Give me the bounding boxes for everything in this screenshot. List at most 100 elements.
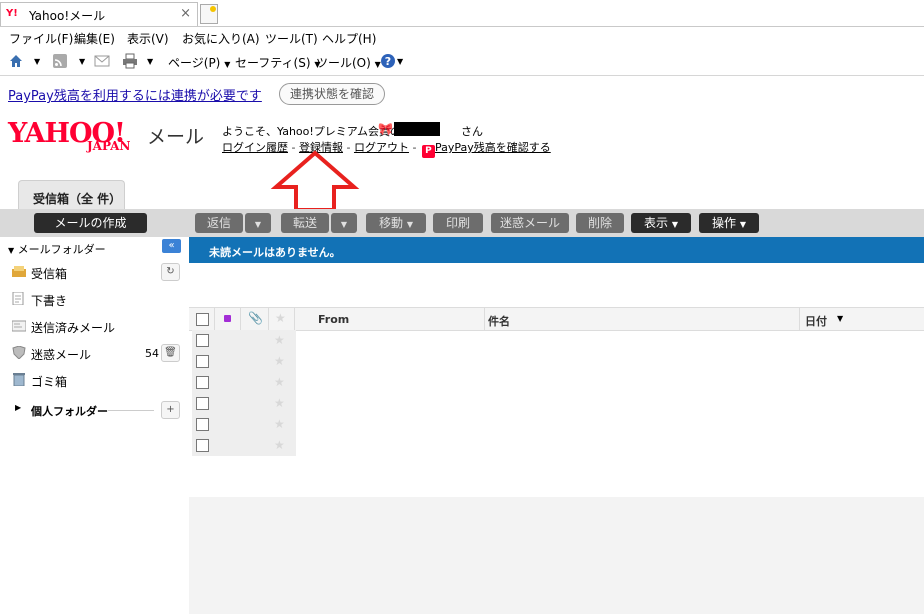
folder-inbox[interactable]: 受信箱 ↻ xyxy=(10,261,182,283)
paypay-icon: P xyxy=(421,145,435,158)
delete-button[interactable]: 削除 xyxy=(576,213,624,233)
add-folder-button[interactable]: + xyxy=(161,401,180,419)
yahoo-favicon-icon: Y! xyxy=(6,8,18,19)
print-icon[interactable] xyxy=(122,53,138,69)
menu-favorites[interactable]: お気に入り(A) xyxy=(182,30,260,47)
tools-menu[interactable]: ツール(O) ▼ xyxy=(316,54,381,71)
mail-toolbar: メールの作成 返信 ▼ 転送 ▼ 移動 ▼ 印刷 迷惑メール 削除 表示 ▼ 操… xyxy=(0,209,924,237)
rss-dropdown-icon[interactable]: ▼ xyxy=(79,57,85,66)
personal-folders-label: 個人フォルダー xyxy=(31,405,108,418)
folder-trash[interactable]: ゴミ箱 xyxy=(10,369,182,391)
refresh-button[interactable]: ↻ xyxy=(161,263,180,281)
flag-column[interactable]: ★ xyxy=(268,308,295,330)
row-checkbox[interactable] xyxy=(196,397,209,410)
expand-icon: ▶ xyxy=(15,403,22,412)
move-button-label: 移動 xyxy=(379,216,404,230)
actions-button[interactable]: 操作 ▼ xyxy=(699,213,759,233)
tab-inbox[interactable]: 受信箱（全 件） xyxy=(18,180,125,210)
folder-label: 迷惑メール xyxy=(31,348,92,362)
personal-folders[interactable]: ▶ 個人フォルダー + xyxy=(10,399,182,421)
table-row[interactable]: ★ xyxy=(192,435,296,457)
browser-tab[interactable]: Y! Yahoo!メール × xyxy=(0,2,198,26)
row-checkbox[interactable] xyxy=(196,334,209,347)
print-button[interactable]: 印刷 xyxy=(433,213,483,233)
inbox-icon xyxy=(12,266,26,277)
select-all-checkbox[interactable] xyxy=(196,313,209,326)
from-column[interactable]: From xyxy=(294,308,485,330)
star-icon[interactable]: ★ xyxy=(274,438,285,452)
welcome-text: ようこそ、Yahoo!プレミアム会員の xyxy=(222,125,402,138)
star-icon[interactable]: ★ xyxy=(274,375,285,389)
safety-menu[interactable]: セーフティ(S) ▼ xyxy=(235,54,321,71)
reply-dropdown-button[interactable]: ▼ xyxy=(245,213,271,233)
red-arrow-annotation xyxy=(270,150,360,212)
inbox-tab-label: 受信箱（全 件） xyxy=(33,192,122,206)
star-icon[interactable]: ★ xyxy=(274,354,285,368)
help-icon[interactable]: ? xyxy=(380,53,396,69)
paypay-link-notice[interactable]: PayPay残高を利用するには連携が必要です xyxy=(8,85,262,104)
row-checkbox[interactable] xyxy=(196,439,209,452)
folder-spam[interactable]: 迷惑メール 54 🗑 xyxy=(10,342,182,364)
reply-button[interactable]: 返信 xyxy=(195,213,243,233)
empty-spam-button[interactable]: 🗑 xyxy=(161,344,180,362)
mail-folder-header[interactable]: ▼ メールフォルダー xyxy=(8,241,106,257)
paypay-notice: PayPay残高を利用するには連携が必要です 連携状態を確認 xyxy=(0,82,924,108)
star-icon[interactable]: ★ xyxy=(274,333,285,347)
forward-dropdown-button[interactable]: ▼ xyxy=(331,213,357,233)
table-row[interactable]: ★ xyxy=(192,393,296,415)
view-button[interactable]: 表示 ▼ xyxy=(631,213,691,233)
folder-sent[interactable]: 送信済みメール xyxy=(10,315,182,337)
welcome-suffix: さん xyxy=(461,125,484,138)
help-dropdown-icon[interactable]: ▼ xyxy=(397,57,403,66)
check-link-status-button[interactable]: 連携状態を確認 xyxy=(279,83,386,105)
actions-button-label: 操作 xyxy=(712,216,737,230)
menu-view[interactable]: 表示(V) xyxy=(127,30,169,47)
row-checkbox[interactable] xyxy=(196,418,209,431)
folder-sidebar: ▼ メールフォルダー « 受信箱 ↻ 下書き 送信済みメール 迷惑メール 54 … xyxy=(0,237,190,614)
mail-icon[interactable] xyxy=(94,53,110,69)
logout-link[interactable]: ログアウト xyxy=(354,141,409,154)
home-icon[interactable] xyxy=(8,53,24,69)
view-button-label: 表示 xyxy=(644,216,669,230)
print-dropdown-icon[interactable]: ▼ xyxy=(147,57,153,66)
star-icon[interactable]: ★ xyxy=(274,417,285,431)
trash-icon xyxy=(13,373,25,386)
subject-column-label: 件名 xyxy=(488,315,510,328)
menu-edit[interactable]: 編集(E) xyxy=(74,30,115,47)
menu-tools[interactable]: ツール(T) xyxy=(265,30,318,47)
welcome-message: ようこそ、Yahoo!プレミアム会員の さん xyxy=(222,123,483,139)
compose-button[interactable]: メールの作成 xyxy=(34,213,147,233)
spam-button[interactable]: 迷惑メール xyxy=(491,213,569,233)
table-row[interactable]: ★ xyxy=(192,330,296,352)
table-row[interactable]: ★ xyxy=(192,351,296,373)
table-row[interactable]: ★ xyxy=(192,372,296,394)
star-icon[interactable]: ★ xyxy=(274,396,285,410)
move-button[interactable]: 移動 ▼ xyxy=(366,213,426,233)
date-column[interactable]: 日付 ▼ xyxy=(799,308,924,330)
menu-help[interactable]: ヘルプ(H) xyxy=(322,30,376,47)
collapse-arrow-icon: ▼ xyxy=(8,246,15,255)
unread-status-text: 未読メールはありません。 xyxy=(209,246,341,259)
row-checkbox[interactable] xyxy=(196,376,209,389)
attachment-column[interactable]: 📎 xyxy=(240,308,269,330)
mail-folder-header-label: メールフォルダー xyxy=(17,243,106,256)
close-tab-icon[interactable]: × xyxy=(180,6,191,21)
forward-button[interactable]: 転送 xyxy=(281,213,329,233)
tab-title: Yahoo!メール xyxy=(29,9,106,23)
unread-column[interactable] xyxy=(214,308,241,330)
row-checkbox[interactable] xyxy=(196,355,209,368)
folder-drafts[interactable]: 下書き xyxy=(10,288,182,310)
menu-file[interactable]: ファイル(F) xyxy=(9,30,73,47)
home-dropdown-icon[interactable]: ▼ xyxy=(34,57,40,66)
subject-column[interactable]: 件名 xyxy=(484,308,800,330)
logo-sub-text: JAPAN xyxy=(87,139,131,153)
page-menu[interactable]: ページ(P) ▼ xyxy=(168,54,230,71)
rss-icon[interactable] xyxy=(52,53,68,69)
message-list-header: 📎 ★ From 件名 日付 ▼ xyxy=(189,307,924,331)
yahoo-japan-logo[interactable]: YAHOO! JAPAN xyxy=(8,118,144,158)
paypay-balance-link[interactable]: PayPay残高を確認する xyxy=(435,141,551,154)
redacted-username xyxy=(394,122,440,136)
new-tab-button[interactable] xyxy=(200,4,218,24)
table-row[interactable]: ★ xyxy=(192,414,296,436)
collapse-sidebar-button[interactable]: « xyxy=(162,239,181,253)
